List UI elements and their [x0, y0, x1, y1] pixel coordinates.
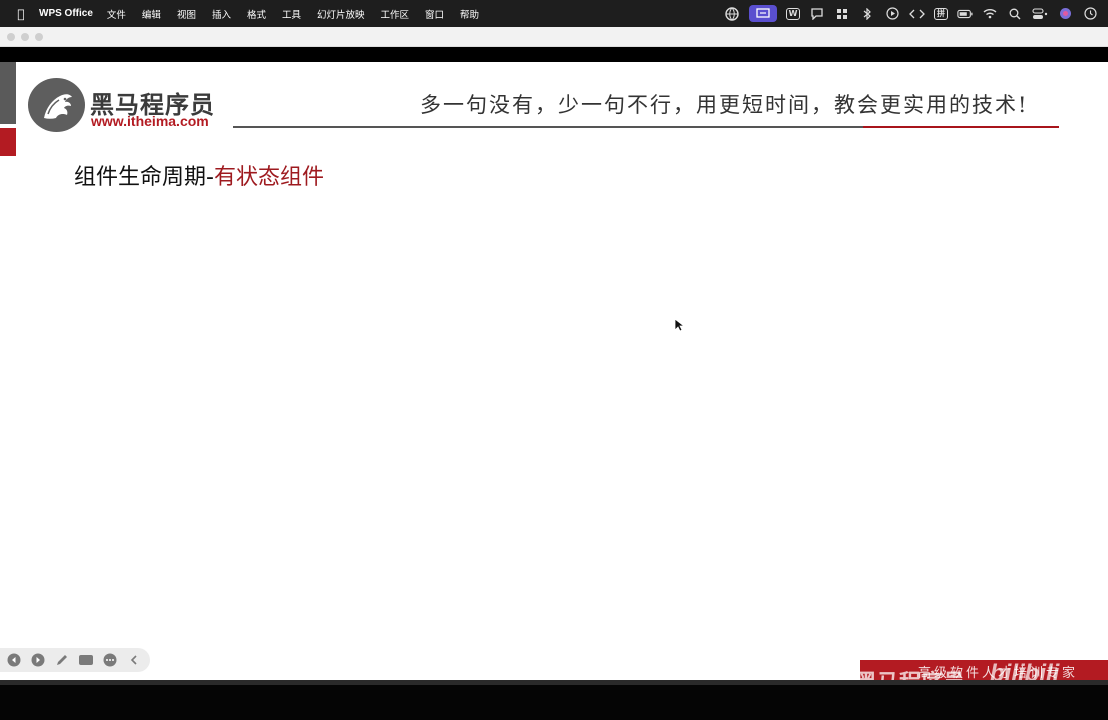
screen-icon[interactable]	[78, 652, 94, 668]
control-center-icon[interactable]	[1032, 6, 1048, 22]
bilibili-watermark: bilibili	[990, 660, 1060, 680]
menu-insert[interactable]: 插入	[212, 7, 231, 21]
wifi-icon[interactable]	[982, 6, 998, 22]
play-icon[interactable]	[884, 6, 900, 22]
apple-icon[interactable]: 	[12, 7, 30, 21]
header-slogan: 多一句没有，少一句不行，用更短时间，教会更实用的技术!	[420, 93, 1029, 117]
menu-window[interactable]: 窗口	[425, 7, 444, 21]
header-divider-accent	[863, 126, 1059, 128]
code-icon[interactable]	[909, 6, 925, 22]
search-icon[interactable]	[1007, 6, 1023, 22]
window-top-band	[0, 47, 1108, 62]
slideshow-controls	[0, 648, 150, 672]
prev-icon[interactable]	[6, 652, 22, 668]
menu-file[interactable]: 文件	[107, 7, 126, 21]
presentation-slide[interactable]: 黑马程序员 www.itheima.com 多一句没有，少一句不行，用更短时间，…	[0, 62, 1108, 680]
siri-icon[interactable]	[1057, 6, 1073, 22]
bluetooth-icon[interactable]	[859, 6, 875, 22]
window-bottom-strip	[0, 680, 1108, 685]
slide-title-accent: 有状态组件	[213, 165, 324, 190]
window-close-button[interactable]	[7, 33, 15, 41]
input-method-icon[interactable]: 拼	[934, 7, 948, 20]
slide-title-main: 组件生命周期-	[74, 165, 214, 190]
more-icon[interactable]	[102, 652, 118, 668]
menu-view[interactable]: 视图	[177, 7, 196, 21]
mac-menu-bar:  WPS Office 文件 编辑 视图 插入 格式 工具 幻灯片放映 工作区…	[0, 0, 1108, 27]
menu-slideshow[interactable]: 幻灯片放映	[317, 7, 365, 21]
collapse-icon[interactable]	[126, 652, 142, 668]
clock-icon[interactable]	[1082, 6, 1098, 22]
slide-left-accent	[0, 128, 16, 156]
window-zoom-button[interactable]	[35, 33, 43, 41]
app-menu-wps[interactable]: WPS Office	[39, 8, 93, 19]
window-minimize-button[interactable]	[21, 33, 29, 41]
window-titlebar	[0, 27, 1108, 47]
slide-title: 组件生命周期-有状态组件	[74, 159, 324, 191]
wps-w-icon[interactable]: W	[786, 7, 800, 20]
brand-watermark: 黑马程序员	[855, 665, 965, 680]
status-tray: W 拼	[724, 0, 1098, 27]
battery-icon[interactable]	[957, 6, 973, 22]
menu-edit[interactable]: 编辑	[142, 7, 161, 21]
mouse-cursor-icon	[674, 318, 684, 332]
logo-url: www.itheima.com	[91, 113, 209, 129]
next-icon[interactable]	[30, 652, 46, 668]
screen-mirror-icon[interactable]	[749, 5, 777, 22]
slide-left-bar	[0, 62, 16, 124]
chat-icon[interactable]	[809, 6, 825, 22]
globe-icon[interactable]	[724, 6, 740, 22]
menu-workspace[interactable]: 工作区	[381, 7, 410, 21]
itheima-logo: 黑马程序员 www.itheima.com	[26, 76, 226, 134]
window-bottom-band	[0, 680, 1108, 720]
menu-tools[interactable]: 工具	[282, 7, 301, 21]
pen-icon[interactable]	[54, 652, 70, 668]
menu-help[interactable]: 帮助	[460, 7, 479, 21]
menu-format[interactable]: 格式	[247, 7, 266, 21]
grid-icon[interactable]	[834, 6, 850, 22]
horse-icon	[44, 94, 72, 119]
